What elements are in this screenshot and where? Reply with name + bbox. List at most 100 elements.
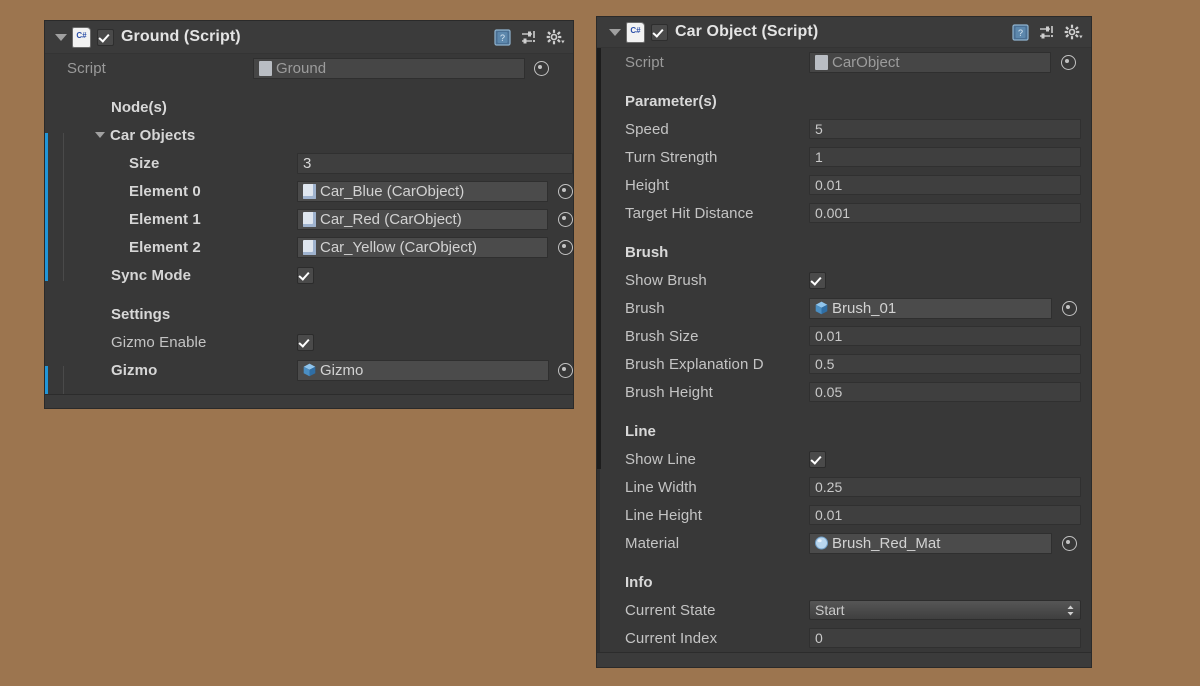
- chevron-updown-icon: [1067, 605, 1074, 615]
- object-field-value: Car_Blue (CarObject): [320, 182, 465, 200]
- object-field-value: Brush_01: [832, 299, 897, 317]
- brush-height-input[interactable]: 0.05: [809, 382, 1081, 402]
- csharp-script-icon: [73, 27, 90, 47]
- foldout-arrow-icon[interactable]: [55, 33, 67, 41]
- element-object-field[interactable]: Car_Blue (CarObject): [297, 180, 548, 202]
- row-sync-mode: Sync Mode: [45, 261, 573, 289]
- object-picker-icon[interactable]: [534, 60, 549, 76]
- target-hit-distance-input[interactable]: 0.001: [809, 203, 1081, 223]
- object-field-value: Car_Red (CarObject): [320, 210, 462, 228]
- settings-gear-icon[interactable]: [1064, 24, 1083, 41]
- field-label: Element 0: [129, 182, 201, 200]
- field-label: Script: [67, 59, 106, 77]
- component-enabled-checkbox[interactable]: [97, 28, 114, 46]
- panel-footer: [45, 394, 573, 408]
- field-label: Brush: [625, 299, 665, 317]
- help-icon[interactable]: ?: [1012, 23, 1029, 41]
- object-picker-icon[interactable]: [558, 362, 573, 378]
- foldout-arrow-icon[interactable]: [609, 28, 621, 36]
- foldout-arrow-icon[interactable]: [95, 132, 105, 138]
- line-height-input[interactable]: 0.01: [809, 505, 1081, 525]
- object-picker-icon[interactable]: [1061, 54, 1076, 70]
- field-label: Speed: [625, 120, 669, 138]
- help-icon[interactable]: ?: [494, 28, 511, 46]
- row-speed: Speed 5: [597, 115, 1091, 143]
- gizmo-object-field[interactable]: Gizmo: [297, 359, 549, 381]
- svg-text:?: ?: [1018, 28, 1023, 38]
- object-picker-icon[interactable]: [558, 211, 573, 227]
- script-object-field[interactable]: Ground: [253, 57, 525, 79]
- field-label: Element 1: [129, 210, 201, 228]
- row-car-objects-foldout[interactable]: Car Objects: [45, 121, 573, 149]
- row-current-index: Current Index 0: [597, 624, 1091, 652]
- object-picker-icon[interactable]: [1062, 535, 1077, 551]
- section-title: Node(s): [111, 99, 167, 116]
- show-brush-checkbox[interactable]: [809, 271, 826, 289]
- preset-icon[interactable]: [520, 29, 537, 46]
- input-value: 1: [815, 149, 823, 165]
- brush-explanation-distance-input[interactable]: 0.5: [809, 354, 1081, 374]
- field-label: Turn Strength: [625, 148, 718, 166]
- show-line-checkbox[interactable]: [809, 450, 826, 468]
- section-title: Brush: [625, 244, 669, 261]
- current-state-dropdown[interactable]: Start: [809, 600, 1081, 620]
- script-asset-icon: [815, 54, 828, 70]
- settings-gear-icon[interactable]: [546, 29, 565, 46]
- component-header-ground[interactable]: Ground (Script) ?: [45, 21, 573, 54]
- field-label: Current Index: [625, 629, 718, 647]
- component-enabled-checkbox[interactable]: [651, 23, 668, 41]
- row-line-width: Line Width 0.25: [597, 473, 1091, 501]
- prefab-icon: [303, 183, 316, 199]
- object-field-value: CarObject: [832, 53, 900, 71]
- gizmo-enable-checkbox[interactable]: [297, 333, 314, 351]
- component-header-car-object[interactable]: Car Object (Script) ?: [597, 17, 1091, 48]
- brush-object-field[interactable]: Brush_01: [809, 297, 1052, 319]
- row-gizmo: Gizmo Gizmo: [45, 356, 573, 384]
- cube-prefab-icon: [815, 301, 828, 316]
- row-turn-strength: Turn Strength 1: [597, 143, 1091, 171]
- height-input[interactable]: 0.01: [809, 175, 1081, 195]
- object-picker-icon[interactable]: [1062, 300, 1077, 316]
- inspector-panel-ground: Ground (Script) ?: [44, 20, 574, 409]
- input-value: 0.5: [815, 356, 835, 372]
- speed-input[interactable]: 5: [809, 119, 1081, 139]
- row-brush-height: Brush Height 0.05: [597, 378, 1091, 406]
- script-object-field[interactable]: CarObject: [809, 51, 1051, 73]
- section-title: Settings: [111, 306, 171, 323]
- material-object-field[interactable]: Brush_Red_Mat: [809, 532, 1052, 554]
- row-brush-explanation-distance: Brush Explanation D 0.5: [597, 350, 1091, 378]
- row-current-state: Current State Start: [597, 596, 1091, 624]
- current-index-input[interactable]: 0: [809, 628, 1081, 648]
- element-object-field[interactable]: Car_Red (CarObject): [297, 208, 548, 230]
- section-title: Parameter(s): [625, 93, 717, 110]
- sync-mode-checkbox[interactable]: [297, 266, 314, 284]
- section-header-nodes: Node(s): [45, 94, 573, 121]
- object-field-value: Car_Yellow (CarObject): [320, 238, 478, 256]
- field-label: Show Brush: [625, 271, 707, 289]
- turn-strength-input[interactable]: 1: [809, 147, 1081, 167]
- object-picker-icon[interactable]: [558, 239, 573, 255]
- input-value: 0: [815, 630, 823, 646]
- row-element-1: Element 1 Car_Red (CarObject): [45, 205, 573, 233]
- section-title: Line: [625, 423, 656, 440]
- preset-icon[interactable]: [1038, 24, 1055, 41]
- input-value: 0.01: [815, 177, 843, 193]
- line-width-input[interactable]: 0.25: [809, 477, 1081, 497]
- size-input[interactable]: 3: [297, 152, 573, 174]
- row-show-brush: Show Brush: [597, 266, 1091, 294]
- row-material: Material Brush_Red_Mat: [597, 529, 1091, 557]
- row-script: Script CarObject: [597, 48, 1091, 76]
- field-label: Sync Mode: [111, 266, 192, 284]
- object-field-value: Ground: [276, 59, 327, 77]
- component-title: Car Object (Script): [675, 23, 819, 40]
- dropdown-value: Start: [815, 602, 845, 618]
- brush-size-input[interactable]: 0.01: [809, 326, 1081, 346]
- element-object-field[interactable]: Car_Yellow (CarObject): [297, 236, 548, 258]
- field-label: Line Height: [625, 506, 702, 524]
- row-line-height: Line Height 0.01: [597, 501, 1091, 529]
- object-picker-icon[interactable]: [558, 183, 573, 199]
- field-label: Height: [625, 176, 669, 194]
- field-label: Material: [625, 534, 680, 552]
